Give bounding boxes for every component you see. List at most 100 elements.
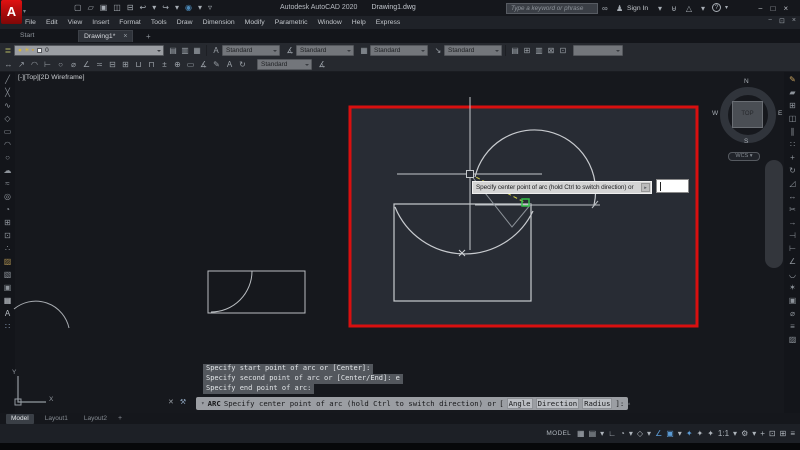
layer-previous-icon[interactable]: ▥ xyxy=(179,46,191,55)
erase-icon[interactable]: ▰ xyxy=(789,87,795,98)
redo-caret-icon[interactable]: ▾ xyxy=(175,2,179,14)
menu-item[interactable]: Help xyxy=(351,19,367,26)
signin-caret-icon[interactable]: ▾ xyxy=(658,3,662,14)
scale-icon[interactable]: ◿ xyxy=(789,178,795,189)
help-icon[interactable]: ? xyxy=(712,3,721,12)
mtext-icon[interactable]: A xyxy=(5,308,10,319)
open-file-icon[interactable]: ▱ xyxy=(88,2,94,14)
layer-match-icon[interactable]: ▤ xyxy=(167,46,179,55)
construction-line-icon[interactable]: ╳ xyxy=(5,87,10,98)
save-as-icon[interactable]: ◫ xyxy=(113,2,121,14)
stretch-icon[interactable]: ↔ xyxy=(789,191,797,202)
new-layout-button[interactable]: + xyxy=(118,415,122,422)
maximize-icon[interactable]: □ xyxy=(771,3,776,14)
hatch-icon[interactable]: ▨ xyxy=(4,256,12,267)
group-tool-icon[interactable]: ⊡ xyxy=(557,46,569,55)
drawing-canvas[interactable] xyxy=(0,72,800,413)
table-icon[interactable]: ▦ xyxy=(4,295,12,306)
trim-icon[interactable]: ✂ xyxy=(789,204,796,215)
viewport-controls-label[interactable]: [-][Top][2D Wireframe] xyxy=(18,74,84,81)
arc-length-dim-icon[interactable]: ◠ xyxy=(28,60,41,69)
snap-caret-icon[interactable]: ▾ xyxy=(600,427,604,440)
measure-icon[interactable]: ⌀ xyxy=(790,308,795,319)
region-icon[interactable]: ▣ xyxy=(4,282,12,293)
array-icon[interactable]: ∷ xyxy=(790,139,795,150)
aligned-dim-icon[interactable]: ↗ xyxy=(15,60,28,69)
otrack-icon[interactable]: ∠ xyxy=(655,427,662,440)
scale-caret-icon[interactable]: ▾ xyxy=(733,427,737,440)
block-editor-tool-icon[interactable]: ⊞ xyxy=(521,46,533,55)
doc-restore-icon[interactable]: ⊡ xyxy=(779,17,785,25)
annotation-scale-icon[interactable]: ✦ xyxy=(707,427,714,440)
join-icon[interactable]: ⊢ xyxy=(789,243,796,254)
osnap-icon[interactable]: ▣ xyxy=(666,427,674,440)
radius-dim-icon[interactable]: ○ xyxy=(54,60,67,69)
app-store-caret-icon[interactable]: ▾ xyxy=(701,3,705,14)
menu-item[interactable]: Format xyxy=(118,19,142,26)
hatch-edit-icon[interactable]: ▨ xyxy=(789,334,797,345)
app-logo[interactable]: A xyxy=(1,0,22,24)
doc-close-icon[interactable]: × xyxy=(792,17,796,25)
break-icon[interactable]: ⊣ xyxy=(789,230,796,241)
dynamic-input-field[interactable] xyxy=(656,179,689,193)
workspace-caret-icon[interactable]: ▾ xyxy=(752,427,756,440)
layer-isolate-icon[interactable]: ▦ xyxy=(191,46,203,55)
option-direction[interactable]: Direction xyxy=(536,398,580,409)
layer-properties-icon[interactable]: ≣ xyxy=(2,46,14,55)
offset-icon[interactable]: ∥ xyxy=(791,126,795,137)
copy-icon[interactable]: ⊞ xyxy=(789,100,796,111)
menu-item[interactable]: Dimension xyxy=(202,19,236,26)
navigation-bar[interactable] xyxy=(765,160,783,268)
table-style-combo[interactable]: Standard xyxy=(370,45,428,56)
workspace-badge-icon[interactable]: ◉ xyxy=(185,2,192,14)
grid-icon[interactable]: ▦ xyxy=(577,427,585,440)
rectangle-icon[interactable]: ▭ xyxy=(4,126,12,137)
ellipse-arc-icon[interactable]: ◔ xyxy=(5,204,10,215)
wcs-dropdown[interactable]: WCS ▾ xyxy=(728,152,760,161)
viewcube-west[interactable]: W xyxy=(712,110,718,117)
menu-item[interactable]: File xyxy=(24,19,37,26)
help-caret-icon[interactable]: ▾ xyxy=(725,3,728,14)
close-icon[interactable]: × xyxy=(784,3,789,14)
snap-icon[interactable]: ▤ xyxy=(589,427,597,440)
viewcube-south[interactable]: S xyxy=(744,138,748,145)
command-customize-icon[interactable]: ⚒ xyxy=(180,398,186,406)
pencil-icon[interactable]: ✎ xyxy=(789,74,796,85)
plot-icon[interactable]: ⊟ xyxy=(127,2,134,14)
polar-icon[interactable]: ◔ xyxy=(620,427,625,440)
workspace-gear-icon[interactable]: ⚙ xyxy=(741,427,748,440)
menu-item[interactable]: Draw xyxy=(176,19,194,26)
empty-combo[interactable] xyxy=(573,45,623,56)
text-style-combo[interactable]: Standard xyxy=(222,45,280,56)
annotation-visibility-icon[interactable]: ✦ xyxy=(686,427,693,440)
command-close-icon[interactable]: ✕ xyxy=(168,398,174,406)
menu-item[interactable]: Parametric xyxy=(274,19,309,26)
menu-item[interactable]: Express xyxy=(375,19,402,26)
dim-edit-icon[interactable]: ✎ xyxy=(210,60,223,69)
dim-update-icon[interactable]: ↻ xyxy=(236,60,249,69)
polygon-icon[interactable]: ◇ xyxy=(4,113,10,124)
qat-more-caret-icon[interactable]: ▿ xyxy=(208,2,212,14)
search-input[interactable]: Type a keyword or phrase xyxy=(506,3,598,14)
group-icon[interactable]: ▣ xyxy=(789,295,797,306)
spline-icon[interactable]: ≈ xyxy=(5,178,9,189)
rotate-icon[interactable]: ↻ xyxy=(789,165,796,176)
dim-update-row2-icon[interactable]: ∡ xyxy=(316,60,328,69)
viewcube-north[interactable]: N xyxy=(744,78,749,85)
insert-block-tool-icon[interactable]: ▤ xyxy=(509,46,521,55)
line-icon[interactable]: ╱ xyxy=(5,74,10,85)
table-style-icon[interactable]: ▦ xyxy=(358,46,370,55)
workspace-caret-icon[interactable]: ▾ xyxy=(198,2,202,14)
continue-dim-icon[interactable]: ⊞ xyxy=(119,60,132,69)
doc-minimize-icon[interactable]: − xyxy=(768,17,772,25)
quick-properties-icon[interactable]: ⊡ xyxy=(769,427,776,440)
point-style-icon[interactable]: ∷ xyxy=(5,321,10,332)
menu-item[interactable]: Window xyxy=(317,19,343,26)
chamfer-icon[interactable]: ∠ xyxy=(789,256,796,267)
viewcube-top-face[interactable]: TOP xyxy=(732,101,763,128)
dim-style-icon[interactable]: ∡ xyxy=(284,46,296,55)
tab-layout1[interactable]: Layout1 xyxy=(40,414,73,424)
dim-space-icon[interactable]: ⊔ xyxy=(132,60,145,69)
tab-drawing1[interactable]: Drawing1* × xyxy=(78,30,133,42)
isodraft-icon[interactable]: ◇ xyxy=(637,427,643,440)
